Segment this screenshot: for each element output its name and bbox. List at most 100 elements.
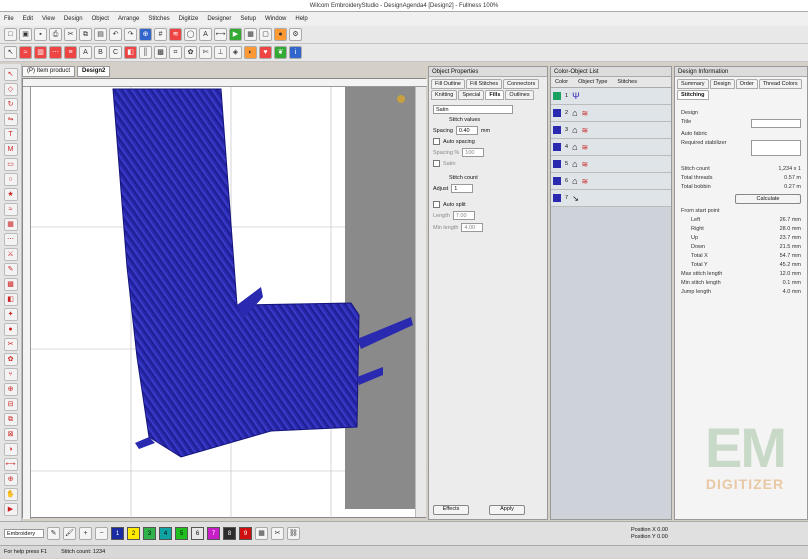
- menu-window[interactable]: Window: [265, 16, 286, 22]
- stitch-icon[interactable]: ≋: [169, 28, 182, 41]
- tab-stitching[interactable]: Stitching: [677, 90, 709, 100]
- outline-icon[interactable]: ▢: [259, 28, 272, 41]
- auto-spacing-checkbox[interactable]: [433, 138, 440, 145]
- save-icon[interactable]: ▪: [34, 28, 47, 41]
- new-icon[interactable]: □: [4, 28, 17, 41]
- color-swatch-2[interactable]: 2: [127, 527, 140, 540]
- fill-tool-icon[interactable]: ▦: [3, 218, 18, 231]
- fill-type-select[interactable]: Satin: [433, 105, 513, 114]
- bitmap-tool-icon[interactable]: ▩: [3, 278, 18, 291]
- text-tool-icon[interactable]: T: [3, 128, 18, 141]
- measure-tool-icon[interactable]: ⟷: [3, 458, 18, 471]
- list-item[interactable]: 3 ⌂ ≋: [551, 122, 671, 139]
- list-item[interactable]: 6 ⌂ ≋: [551, 173, 671, 190]
- redo-icon[interactable]: ↷: [124, 28, 137, 41]
- sequin-tool-icon[interactable]: ✦: [3, 308, 18, 321]
- rotate-tool-icon[interactable]: ↻: [3, 98, 18, 111]
- leaf-icon[interactable]: ❦: [274, 46, 287, 59]
- doc-tab-design2[interactable]: Design2: [77, 66, 111, 77]
- star-tool-icon[interactable]: ★: [3, 188, 18, 201]
- tab-connectors[interactable]: Connectors: [503, 79, 540, 89]
- stabilizer-input[interactable]: [751, 140, 801, 156]
- length-input[interactable]: 7.00: [452, 211, 475, 220]
- embroidery-design[interactable]: [31, 87, 427, 519]
- color-icon[interactable]: ●: [274, 28, 287, 41]
- menu-view[interactable]: View: [42, 16, 55, 22]
- undo-icon[interactable]: ↶: [109, 28, 122, 41]
- group-tool-icon[interactable]: ⧉: [3, 413, 18, 426]
- list-item[interactable]: 5 ⌂ ≋: [551, 156, 671, 173]
- heart-icon[interactable]: ♥: [259, 46, 272, 59]
- list-item[interactable]: 2 ⌂ ≋: [551, 105, 671, 122]
- fill-icon[interactable]: ▦: [244, 28, 257, 41]
- tab-summary[interactable]: Summary: [677, 79, 709, 89]
- list-item[interactable]: 1Ψ: [551, 88, 671, 105]
- plus-icon[interactable]: +: [79, 527, 92, 540]
- shape-tool-icon[interactable]: ▭: [3, 158, 18, 171]
- monogram-tool-icon[interactable]: M: [3, 143, 18, 156]
- knife-tool-icon[interactable]: ⚔: [3, 248, 18, 261]
- tab-thread-colors[interactable]: Thread Colors: [758, 79, 802, 89]
- tab-knitting[interactable]: Knitting: [431, 90, 458, 100]
- vertical-scrollbar[interactable]: [415, 87, 426, 517]
- menu-stitches[interactable]: Stitches: [148, 16, 169, 22]
- auto-spacing-pct-input[interactable]: 100: [462, 148, 485, 157]
- doc-tab-item[interactable]: (P) Item product: [22, 66, 76, 77]
- design-canvas[interactable]: [22, 78, 427, 519]
- hoop-icon[interactable]: ◯: [184, 28, 197, 41]
- paint-icon[interactable]: ✎: [47, 527, 60, 540]
- cut-icon[interactable]: ✂: [64, 28, 77, 41]
- grid-icon[interactable]: #: [154, 28, 167, 41]
- menu-object[interactable]: Object: [92, 16, 109, 22]
- auto-split-checkbox[interactable]: [433, 201, 440, 208]
- applique-icon[interactable]: ◧: [124, 46, 137, 59]
- tatami-icon[interactable]: ▥: [34, 46, 47, 59]
- menu-digitize[interactable]: Digitize: [179, 16, 199, 22]
- tab-fill-outline[interactable]: Fill Outline: [431, 79, 465, 89]
- input-b-icon[interactable]: B: [94, 46, 107, 59]
- design-type-select[interactable]: Embroidery: [4, 529, 44, 538]
- menu-design[interactable]: Design: [64, 16, 83, 22]
- cut-palette-icon[interactable]: ✂: [271, 527, 284, 540]
- hide-tool-icon[interactable]: ◑: [3, 443, 18, 456]
- menu-designer[interactable]: Designer: [207, 16, 231, 22]
- complex-fill-icon[interactable]: ▩: [154, 46, 167, 59]
- color-swatch-4[interactable]: 4: [159, 527, 172, 540]
- menu-edit[interactable]: Edit: [23, 16, 33, 22]
- pointer-icon[interactable]: ↖: [4, 46, 17, 59]
- chenille-tool-icon[interactable]: ✿: [3, 353, 18, 366]
- cutwork-tool-icon[interactable]: ✂: [3, 338, 18, 351]
- open-icon[interactable]: ▣: [19, 28, 32, 41]
- color-swatch-3[interactable]: 3: [143, 527, 156, 540]
- menu-arrange[interactable]: Arrange: [118, 16, 139, 22]
- zoom-tool-icon[interactable]: ⊕: [3, 473, 18, 486]
- min-length-input[interactable]: 4.00: [461, 223, 484, 232]
- list-item[interactable]: 7 ↘: [551, 190, 671, 207]
- weld-tool-icon[interactable]: ⊕: [3, 383, 18, 396]
- select-tool-icon[interactable]: ↖: [3, 68, 18, 81]
- color-swatch-1[interactable]: 1: [111, 527, 124, 540]
- input-c-icon[interactable]: C: [109, 46, 122, 59]
- lock-tool-icon[interactable]: ⊠: [3, 428, 18, 441]
- satin-icon[interactable]: ≈: [19, 46, 32, 59]
- satin-tool-icon[interactable]: ≈: [3, 203, 18, 216]
- column-icon[interactable]: ║: [139, 46, 152, 59]
- bead-tool-icon[interactable]: ●: [3, 323, 18, 336]
- spacing-input[interactable]: 0.40: [455, 126, 478, 135]
- input-a-icon[interactable]: A: [79, 46, 92, 59]
- link-icon[interactable]: ⛓: [287, 527, 300, 540]
- adjust-input[interactable]: 1: [451, 184, 474, 193]
- list-item[interactable]: 4 ⌂ ≋: [551, 139, 671, 156]
- triple-run-icon[interactable]: ≡: [64, 46, 77, 59]
- applique-tool-icon[interactable]: ◧: [3, 293, 18, 306]
- zoom-icon[interactable]: ⊕: [139, 28, 152, 41]
- run-icon[interactable]: ⋯: [49, 46, 62, 59]
- minus-icon[interactable]: −: [95, 527, 108, 540]
- settings-icon[interactable]: ⚙: [289, 28, 302, 41]
- info-icon[interactable]: i: [289, 46, 302, 59]
- tab-fill-stitches[interactable]: Fill Stitches: [465, 79, 503, 89]
- motif-icon[interactable]: ✿: [184, 46, 197, 59]
- menu-help[interactable]: Help: [295, 16, 307, 22]
- menu-setup[interactable]: Setup: [240, 16, 256, 22]
- tab-order[interactable]: Order: [735, 79, 758, 89]
